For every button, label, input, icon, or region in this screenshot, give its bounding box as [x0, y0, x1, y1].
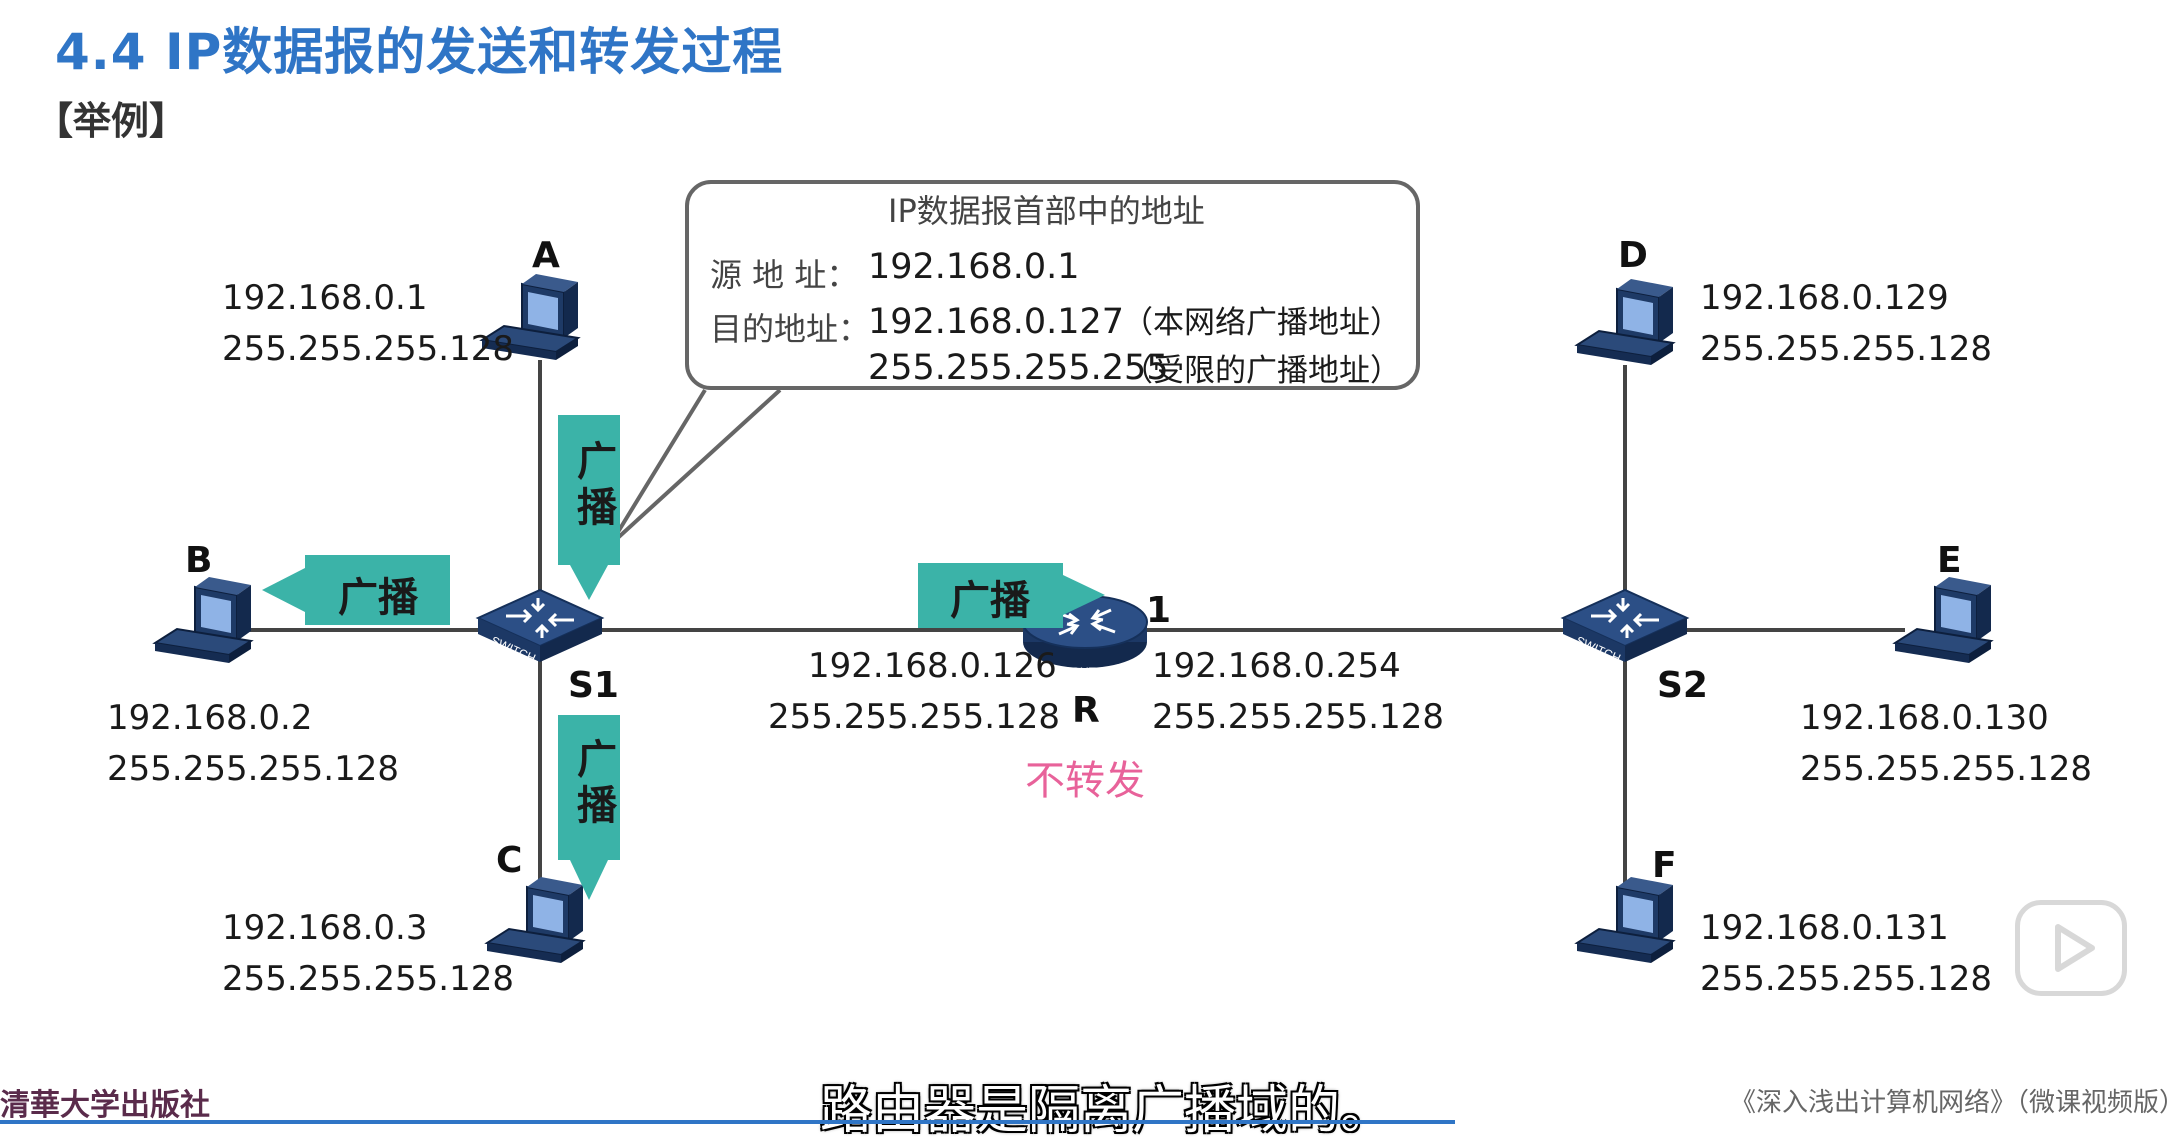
host-c-mask: 255.255.255.128 [222, 959, 515, 999]
router-right-mask: 255.255.255.128 [1152, 697, 1445, 737]
callout-dst-value-1: 192.168.0.127 [868, 302, 1125, 342]
host-b-label: B [185, 540, 213, 581]
host-f-icon [1576, 876, 1674, 964]
host-b-icon [154, 576, 252, 664]
video-subtitle: 路由器是隔离广播域的。 [820, 1081, 1393, 1141]
host-f-mask: 255.255.255.128 [1700, 959, 1993, 999]
publisher-logo: 清華大学出版社 [0, 1088, 210, 1123]
router-port-label: 1 [1146, 590, 1172, 631]
switch-s2-label: S2 [1657, 665, 1708, 706]
host-e-icon [1894, 576, 1992, 664]
arrow-to-b-head [262, 568, 305, 612]
host-d-label: D [1618, 235, 1648, 276]
switch-s1-label: S1 [568, 665, 619, 706]
switch-s2-icon [1561, 588, 1689, 664]
host-a-ip: 192.168.0.1 [222, 278, 428, 318]
host-c-icon [486, 876, 584, 964]
callout-dst-note-1: （本网络广播地址） [1122, 305, 1401, 341]
router-label: R [1072, 690, 1100, 731]
host-d-ip: 192.168.0.129 [1700, 278, 1949, 318]
router-no-forward: 不转发 [1025, 758, 1145, 804]
broadcast-label-to-router: 广播 [950, 578, 1030, 624]
book-title: 《深入浅出计算机网络》（微课视频版） [1730, 1088, 2182, 1118]
host-d-icon [1576, 278, 1674, 366]
host-c-ip: 192.168.0.3 [222, 908, 428, 948]
host-e-mask: 255.255.255.128 [1800, 749, 2093, 789]
host-e-ip: 192.168.0.130 [1800, 698, 2049, 738]
host-b-mask: 255.255.255.128 [107, 749, 400, 789]
host-f-label: F [1652, 845, 1677, 886]
broadcast-label-from-a: 广播 [570, 440, 616, 532]
callout-src-label: 源 地 址： [710, 256, 859, 294]
host-a-mask: 255.255.255.128 [222, 329, 515, 369]
router-right-ip: 192.168.0.254 [1152, 646, 1401, 686]
switch-s1-icon [476, 588, 604, 664]
host-a-label: A [532, 235, 560, 276]
callout-title: IP数据报首部中的地址 [888, 192, 1205, 230]
router-badge: ROUTER [1062, 665, 1113, 679]
play-button[interactable] [2015, 900, 2127, 996]
host-b-ip: 192.168.0.2 [107, 698, 313, 738]
callout-src-value: 192.168.0.1 [868, 247, 1080, 287]
arrow-from-a-head [570, 565, 608, 600]
bottom-divider [0, 1120, 1455, 1124]
host-d-mask: 255.255.255.128 [1700, 329, 1993, 369]
host-e-label: E [1937, 540, 1962, 581]
router-left-mask: 255.255.255.128 [768, 697, 1061, 737]
broadcast-label-to-c: 广播 [570, 738, 616, 830]
callout-dst-label: 目的地址： [710, 310, 871, 348]
broadcast-label-to-b: 广播 [338, 575, 418, 621]
host-c-label: C [496, 840, 523, 881]
play-icon [2055, 924, 2095, 972]
host-f-ip: 192.168.0.131 [1700, 908, 1949, 948]
router-left-ip: 192.168.0.126 [808, 646, 1057, 686]
callout-dst-note-2: （受限的广播地址） [1122, 353, 1401, 389]
